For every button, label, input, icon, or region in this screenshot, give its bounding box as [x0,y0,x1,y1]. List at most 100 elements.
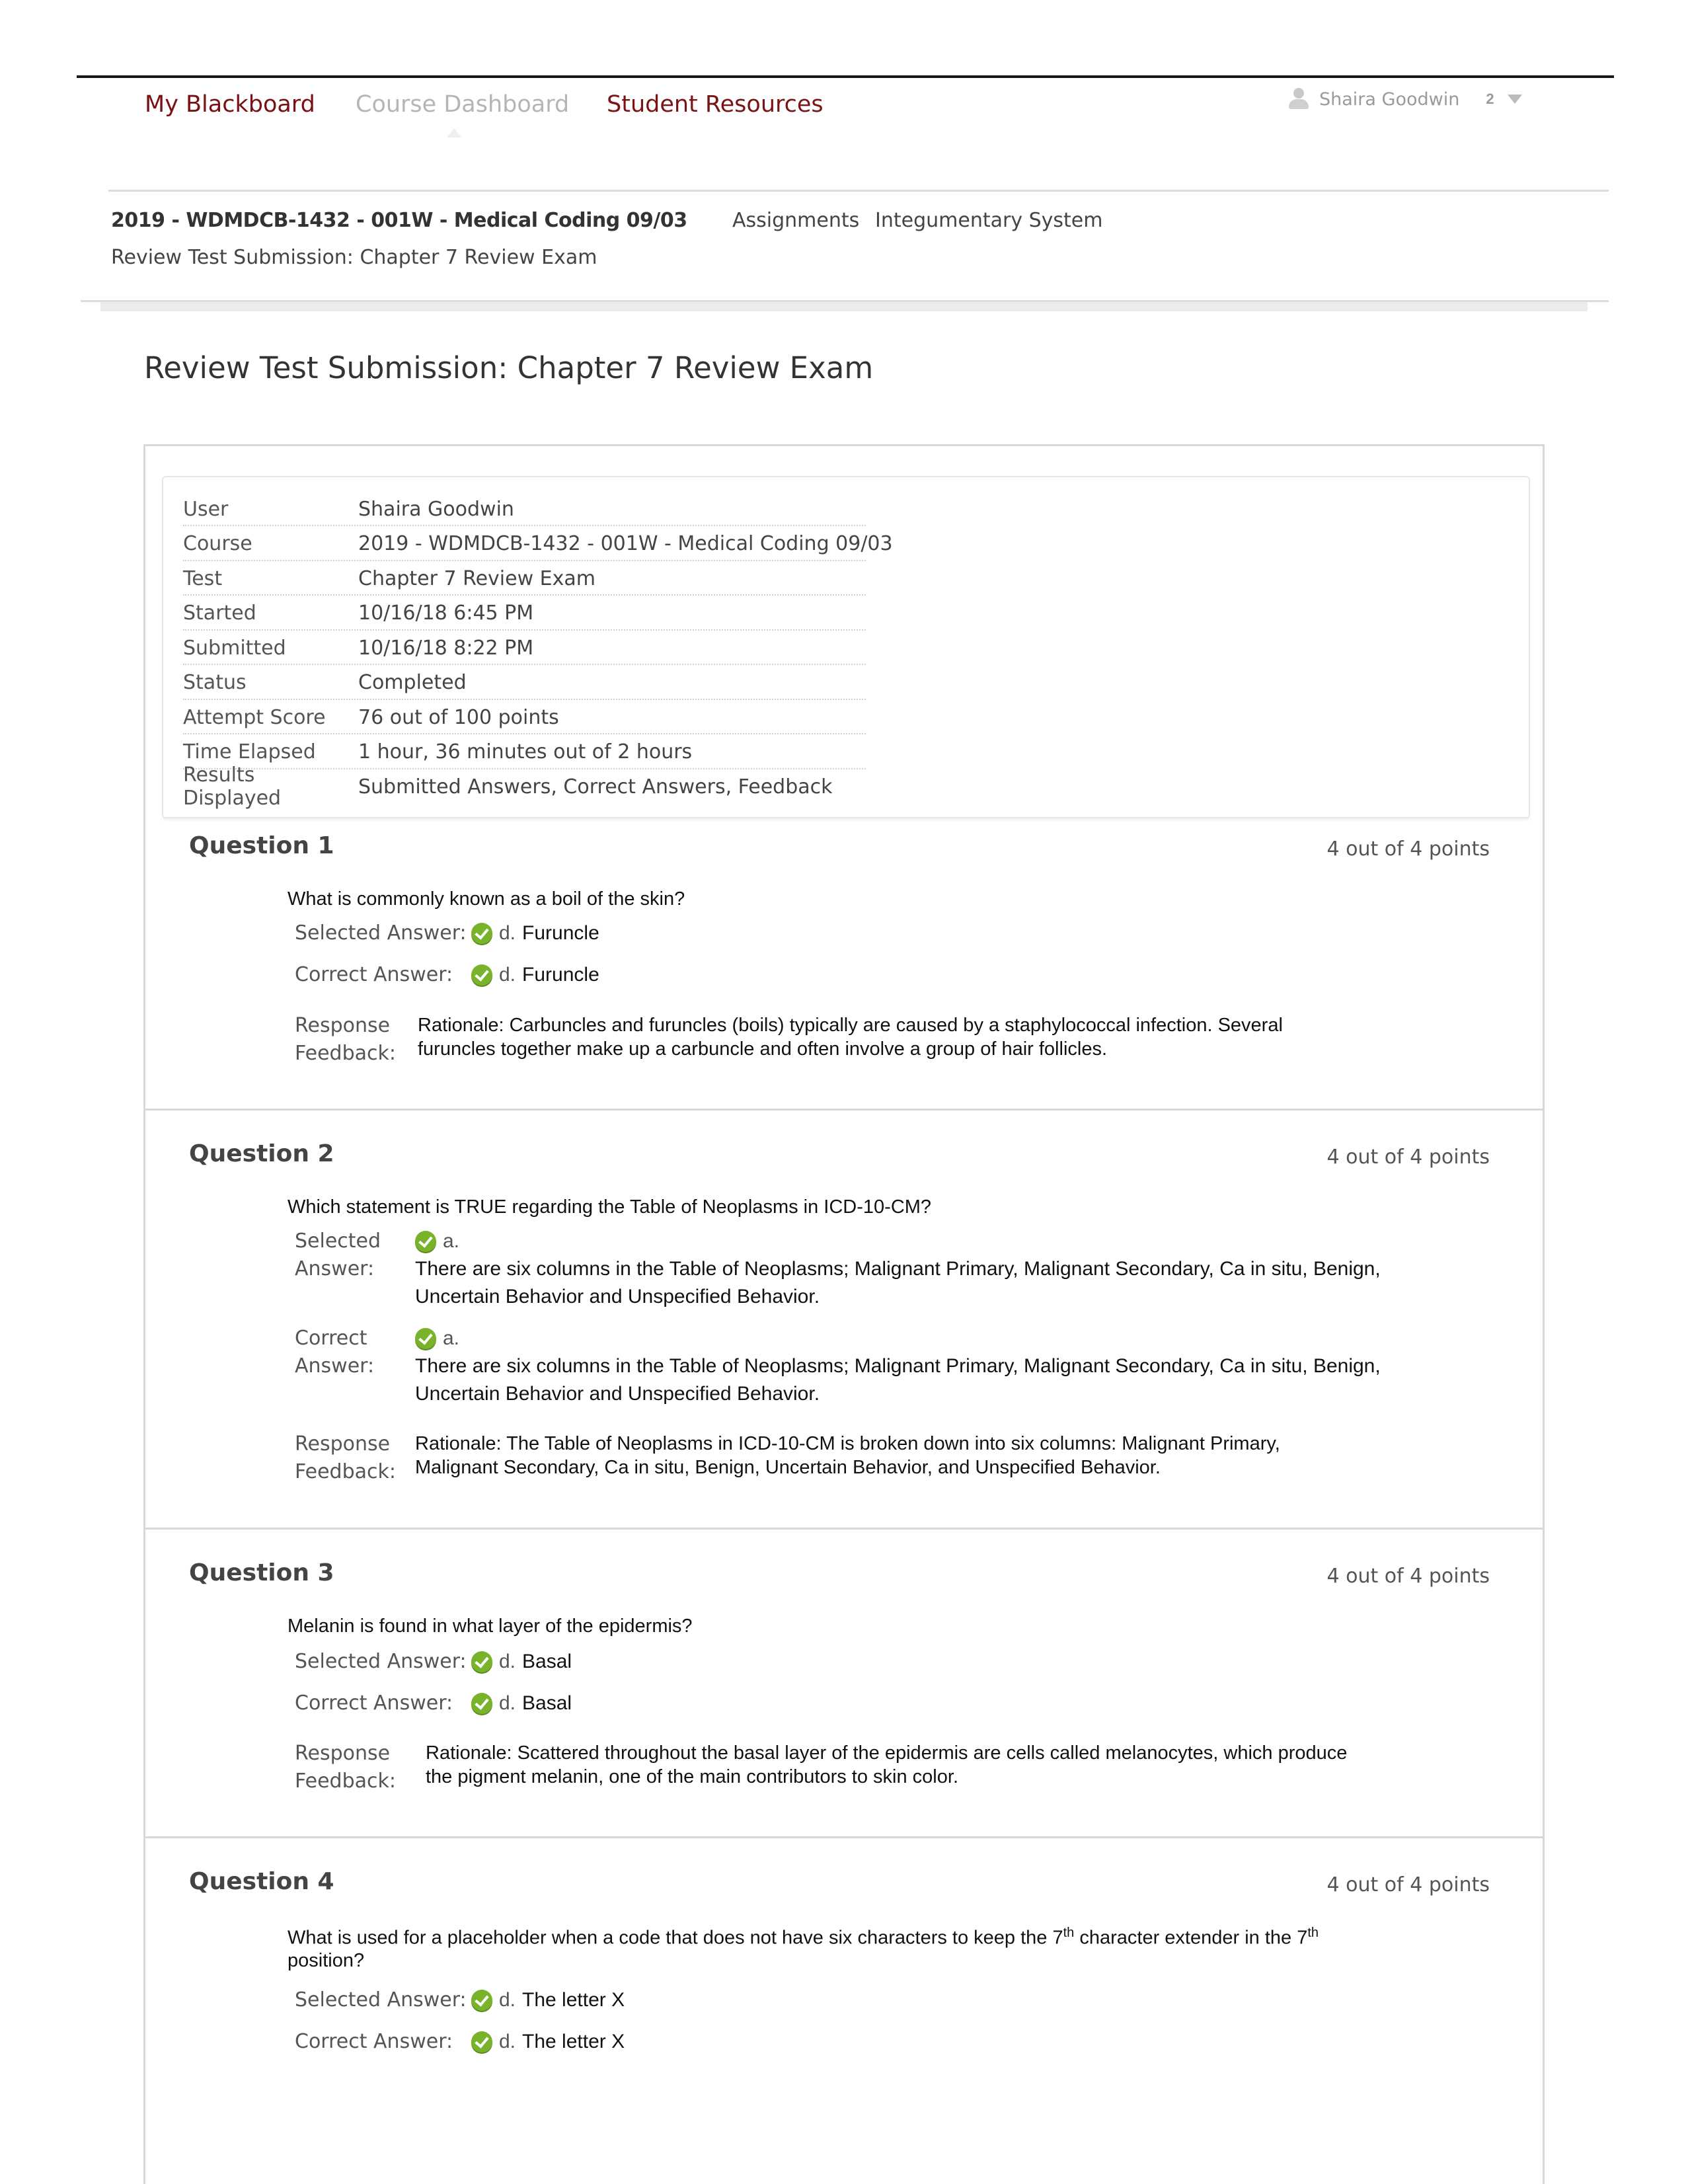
correct-answer-row: Correct Answer: a. There are six columns … [295,1325,1506,1408]
breadcrumb-course[interactable]: 2019 - WDMDCB-1432 - 001W - Medical Codi… [111,209,687,232]
question-title: Question 3 [189,1559,334,1586]
summary-value: Chapter 7 Review Exam [358,566,595,590]
correct-answer-row: Correct Answer: d. Furuncle [295,961,599,989]
correct-check-icon [415,1328,436,1349]
nav-my-blackboard[interactable]: My Blackboard [145,91,315,118]
selected-answer-row: Selected Answer: a. There are six columns… [295,1228,1506,1311]
selected-answer-row: Selected Answer: d. The letter X [295,1986,625,2014]
selected-answer-row: Selected Answer: d. Furuncle [295,919,599,947]
answer-letter: d. [499,1651,516,1672]
summary-label: Submitted [183,636,286,660]
correct-answer-label: Correct Answer: [295,1327,375,1378]
chevron-down-icon[interactable] [1507,95,1522,104]
page-title: Review Test Submission: Chapter 7 Review… [144,350,874,385]
summary-row-test: Test Chapter 7 Review Exam [183,561,893,596]
summary-label: Test [183,566,223,590]
response-feedback-label: Response Feedback: [295,1742,396,1793]
summary-value: 76 out of 100 points [358,705,559,729]
nav-course-dashboard[interactable]: Course Dashboard [356,91,569,118]
top-navigation: My Blackboard Course Dashboard Student R… [0,78,1688,190]
question-text: What is used for a placeholder when a co… [288,1926,1319,1971]
summary-value: 1 hour, 36 minutes out of 2 hours [358,740,693,764]
answer-letter: a. [443,1230,460,1252]
correct-answer-label: Correct Answer: [295,1692,453,1715]
summary-row-submitted: Submitted 10/16/18 8:22 PM [183,631,893,666]
question-points: 4 out of 4 points [1326,1565,1490,1588]
breadcrumb-shadow [100,302,1588,311]
question-points: 4 out of 4 points [1326,838,1490,861]
summary-row-results-displayed: Results Displayed Submitted Answers, Corr… [183,763,893,810]
question-divider [145,1836,1543,1838]
response-feedback-text: Rationale: Carbuncles and furuncles (boi… [418,1015,1283,1060]
correct-answer-row: Correct Answer: d. Basal [295,1690,572,1717]
summary-value: Shaira Goodwin [358,497,514,521]
correct-check-icon [471,923,492,944]
breadcrumb-integumentary-system[interactable]: Integumentary System [875,209,1102,232]
breadcrumb-assignments[interactable]: Assignments [732,209,859,232]
question-text: What is commonly known as a boil of the … [288,888,685,910]
selected-answer-label: Selected Answer: [295,921,467,945]
correct-answer-value: Basal [522,1692,572,1714]
response-feedback-row: Response Feedback: Rationale: Scattered t… [295,1740,1523,1795]
question-title: Question 1 [189,832,334,859]
divider [108,190,1609,192]
user-avatar-icon [1287,88,1310,110]
question-points: 4 out of 4 points [1326,1873,1490,1896]
correct-answer-value: Furuncle [522,964,599,986]
summary-label: Attempt Score [183,705,326,729]
response-feedback-label: Response Feedback: [295,1014,396,1065]
summary-value: 10/16/18 6:45 PM [358,602,534,625]
correct-check-icon [415,1231,436,1252]
selected-answer-value: Furuncle [522,922,599,944]
summary-label: User [183,497,229,521]
question-divider [145,1528,1543,1530]
question-title: Question 2 [189,1140,334,1167]
selected-answer-label: Selected Answer: [295,1229,381,1280]
summary-value: 2019 - WDMDCB-1432 - 001W - Medical Codi… [358,532,893,556]
submission-container: User Shaira Goodwin Course 2019 - WDMDCB-1… [143,444,1545,2184]
nav-student-resources[interactable]: Student Resources [607,91,824,118]
summary-label: Results Displayed [183,763,282,810]
question-title: Question 4 [189,1868,334,1895]
answer-letter: d. [499,964,516,986]
user-name[interactable]: Shaira Goodwin [1319,89,1459,110]
answer-letter: d. [499,1989,516,2011]
selected-answer-label: Selected Answer: [295,1988,467,2011]
selected-answer-value: The letter X [522,1989,625,2011]
selected-answer-label: Selected Answer: [295,1650,467,1673]
correct-answer-value: There are six columns in the Table of Ne… [415,1355,1381,1405]
summary-label: Time Elapsed [183,740,316,764]
question-text: Melanin is found in what layer of the ep… [288,1616,693,1637]
summary-value: Completed [358,671,467,695]
response-feedback-text: Rationale: The Table of Neoplasms in ICD… [415,1433,1280,1478]
correct-answer-row: Correct Answer: d. The letter X [295,2028,625,2056]
summary-value: 10/16/18 8:22 PM [358,636,534,660]
response-feedback-row: Response Feedback: Rationale: Carbuncles … [295,1012,1488,1068]
summary-row-started: Started 10/16/18 6:45 PM [183,596,893,631]
response-feedback-label: Response Feedback: [295,1432,396,1483]
correct-check-icon [471,2031,492,2052]
selected-answer-value: Basal [522,1651,572,1672]
correct-check-icon [471,1693,492,1714]
correct-answer-value: The letter X [522,2031,625,2052]
active-tab-caret-icon [447,128,461,137]
summary-row-user: User Shaira Goodwin [183,492,893,527]
notification-count[interactable]: 2 [1486,91,1494,108]
summary-row-status: Status Completed [183,666,893,701]
question-divider [145,1109,1543,1111]
response-feedback-row: Response Feedback: Rationale: The Table o… [295,1430,1486,1486]
answer-letter: d. [499,1692,516,1714]
correct-answer-label: Correct Answer: [295,2030,453,2053]
selected-answer-value: There are six columns in the Table of Ne… [415,1258,1381,1307]
correct-answer-label: Correct Answer: [295,963,453,986]
response-feedback-text: Rationale: Scattered throughout the basa… [426,1742,1348,1787]
question-points: 4 out of 4 points [1326,1146,1490,1169]
answer-letter: d. [499,2031,516,2052]
summary-label: Status [183,671,247,695]
breadcrumb-current: Review Test Submission: Chapter 7 Review… [111,246,597,269]
answer-letter: d. [499,922,516,944]
summary-label: Started [183,602,256,625]
summary-row-attempt-score: Attempt Score 76 out of 100 points [183,700,893,735]
correct-check-icon [471,1990,492,2011]
user-menu[interactable]: Shaira Goodwin 2 [1287,86,1522,112]
